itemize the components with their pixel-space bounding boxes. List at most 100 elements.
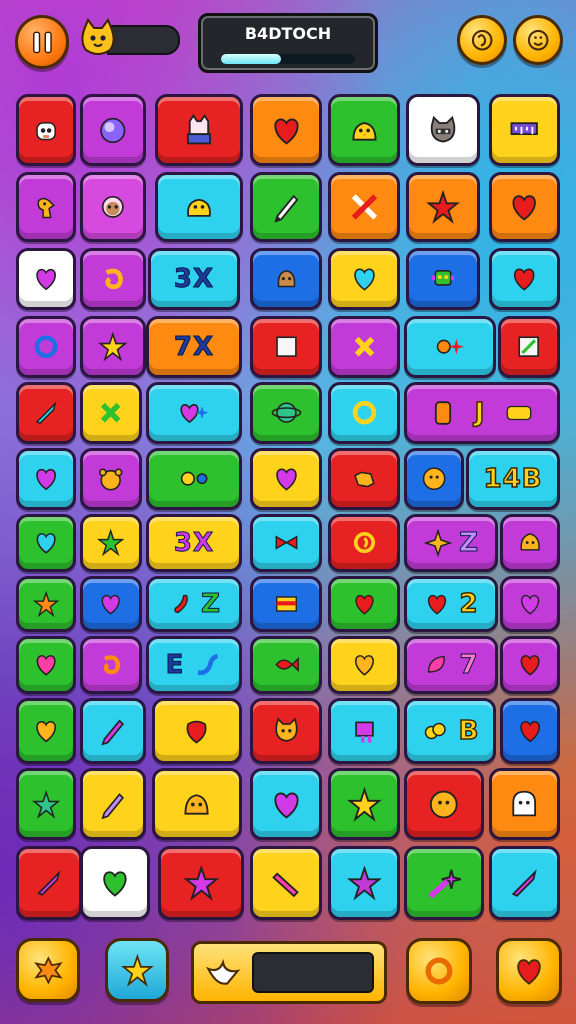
character-badge[interactable] [78,18,118,58]
tile-ring[interactable] [16,316,76,378]
tile-label[interactable]: 3X [146,514,242,572]
tile-rocket[interactable] [489,846,560,920]
tile-star[interactable] [80,316,146,378]
tile-label[interactable]: B [404,698,496,764]
tile-ghost[interactable] [489,768,560,840]
tile-cat[interactable] [250,698,322,764]
tile-heart[interactable] [328,576,400,632]
splat-button[interactable] [16,938,80,1002]
tile-heart[interactable] [250,448,322,510]
tile-robot-arm[interactable] [328,698,400,764]
tile-heart[interactable] [80,576,142,632]
tile-ring[interactable] [328,382,400,444]
tile-robot[interactable] [16,94,76,166]
booster-panel[interactable] [191,941,387,1004]
tile-heart[interactable] [16,448,76,510]
tile-lion[interactable] [404,448,464,510]
tile-cross[interactable] [328,316,400,378]
tile-fish[interactable] [250,636,322,694]
tile-swirl[interactable] [80,636,142,694]
tile-star[interactable] [16,576,76,632]
ring-icon [352,401,376,425]
tile-label[interactable]: 7 [404,636,498,694]
tile-rocket[interactable] [16,846,82,920]
tile-heart[interactable] [16,636,76,694]
rocket-icon [512,869,538,897]
tile-swirl[interactable] [328,514,400,572]
tile-heart[interactable] [16,514,76,572]
tile-label[interactable]: 7X [146,316,242,378]
tile-star[interactable] [16,768,76,840]
tile-heart[interactable] [250,768,322,840]
star-icon [183,864,219,901]
tile-heart[interactable] [250,94,322,166]
tile-pencil[interactable] [80,768,146,840]
tile-chick[interactable] [152,768,242,840]
tile-stripes[interactable] [250,576,322,632]
tile-comet[interactable] [404,846,484,920]
tile-cat-cake[interactable] [155,94,243,166]
tile-label[interactable]: E [146,636,242,694]
tile-sparkle-pair[interactable] [404,316,496,378]
heart-icon [36,469,56,491]
face-button[interactable] [513,15,563,65]
tile-ruler[interactable] [489,94,560,166]
tile-pencil[interactable] [250,172,322,242]
tile-pencil[interactable] [250,846,322,920]
tile-deer[interactable] [328,448,400,510]
tile-heart[interactable] [500,636,560,694]
tile-label[interactable]: Z [404,514,498,572]
tile-heart[interactable] [328,248,400,310]
tile-star[interactable] [328,846,400,920]
tile-label[interactable]: J [404,382,560,444]
tile-strawberry[interactable] [152,698,242,764]
tile-orb[interactable] [80,94,146,166]
tile-label[interactable]: 2 [404,576,498,632]
tile-cloud-flower[interactable] [146,448,242,510]
tile-lion[interactable] [404,768,484,840]
tile-heart[interactable] [500,698,560,764]
tile-label[interactable]: Z [146,576,242,632]
tile-rocket[interactable] [16,382,76,444]
tile-robot[interactable] [406,248,480,310]
smile-button[interactable] [457,15,507,65]
tile-heart[interactable] [489,172,560,242]
heart-icon [514,268,535,291]
tile-swirl[interactable] [80,248,146,310]
leaf-icon [428,655,446,673]
tile-planet[interactable] [250,382,322,444]
tile-star[interactable] [158,846,244,920]
ring-button[interactable] [406,938,472,1004]
heart-icon [275,468,297,491]
tile-star[interactable] [80,514,142,572]
tile-label[interactable]: 14B [466,448,560,510]
tile-bear[interactable] [80,448,142,510]
tile-blob[interactable] [155,172,243,242]
tile-star-burst[interactable] [406,172,480,242]
tile-crossed-tools[interactable] [328,172,400,242]
tile-bow[interactable] [250,514,322,572]
tile-label[interactable]: 3X [148,248,240,310]
tile-heart[interactable] [328,636,400,694]
tile-chick[interactable] [328,94,400,166]
tile-cross[interactable] [80,382,142,444]
pause-button[interactable] [15,15,69,69]
tile-book[interactable] [250,316,322,378]
tile-dog[interactable] [16,172,76,242]
tile-gingerbread[interactable] [250,248,322,310]
tile-heart[interactable] [489,248,560,310]
tile-heart-sparkle[interactable] [146,382,242,444]
tile-monkey[interactable] [80,172,146,242]
cloud-icon [424,722,446,740]
tile-star-face[interactable] [328,768,400,840]
tile-pen-note[interactable] [498,316,560,378]
tile-blob[interactable] [500,514,560,572]
tile-raccoon[interactable] [406,94,480,166]
star-button[interactable] [105,938,169,1002]
tile-heart[interactable] [16,248,76,310]
tile-heart[interactable] [500,576,560,632]
tile-heart[interactable] [16,698,76,764]
tile-pencil[interactable] [80,698,146,764]
tile-heart[interactable] [80,846,150,920]
heart-button[interactable] [496,938,562,1004]
